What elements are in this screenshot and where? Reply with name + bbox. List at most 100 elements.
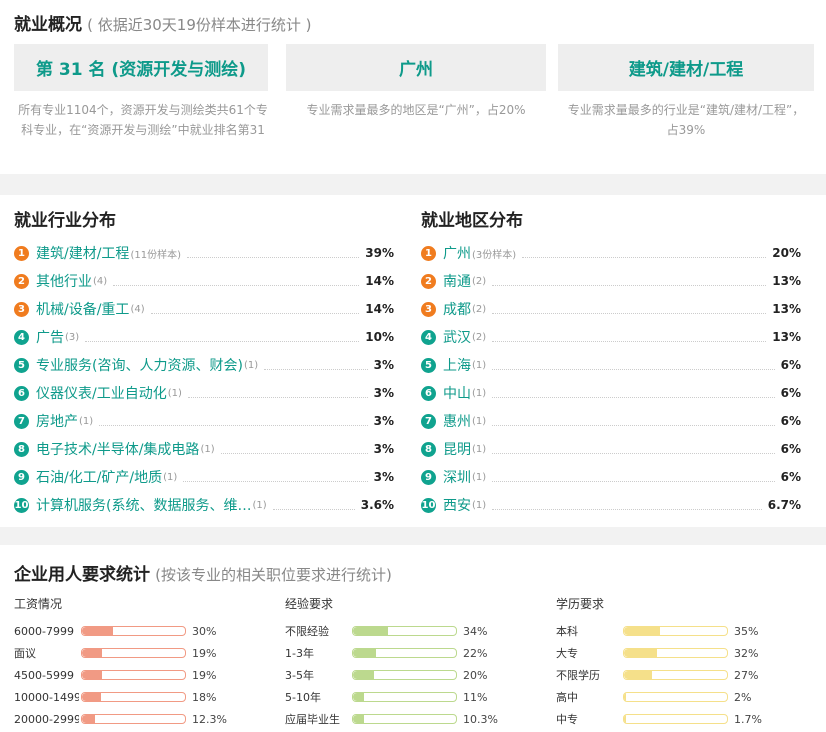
top-industry-description: 专业需求量最多的行业是“建筑/建材/工程”，占39% xyxy=(567,103,805,137)
item-name[interactable]: 其他行业 xyxy=(36,271,92,291)
dotted-leader xyxy=(492,368,775,370)
region-list-item[interactable]: 2 南通 (2) 13% xyxy=(421,267,801,295)
item-sample-count: (3) xyxy=(65,331,80,343)
item-sample-count: (1) xyxy=(472,387,487,399)
dotted-leader xyxy=(220,452,368,454)
requirement-percentage: 32% xyxy=(734,646,759,660)
requirement-row: 大专 32% xyxy=(556,642,762,664)
industry-list-item[interactable]: 1 建筑/建材/工程 (11份样本) 39% xyxy=(14,239,394,267)
item-name[interactable]: 昆明 xyxy=(443,439,471,459)
region-list-item[interactable]: 10 西安 (1) 6.7% xyxy=(421,491,801,519)
requirement-label: 面议 xyxy=(14,647,36,660)
rank-badge: 2 xyxy=(421,273,436,289)
requirement-percentage: 20% xyxy=(463,668,488,682)
progress-bar xyxy=(352,692,457,702)
progress-bar-fill xyxy=(624,627,661,635)
industry-list: 1 建筑/建材/工程 (11份样本) 39% 2 其他行业 (4) 14% 3 机械/设备/重工(… xyxy=(14,239,394,519)
progress-bar-fill xyxy=(624,693,627,701)
item-percentage: 3.6% xyxy=(360,498,394,512)
dotted-leader xyxy=(492,284,767,286)
item-name[interactable]: 石油/化工/矿产/地质 xyxy=(36,467,162,487)
requirement-row: 3-5年 20% xyxy=(285,664,498,686)
region-list-item[interactable]: 4 武汉 (2) 13% xyxy=(421,323,801,351)
item-name[interactable]: 机械/设备/重工 xyxy=(36,299,129,319)
region-list-item[interactable]: 3 成都 (2) 13% xyxy=(421,295,801,323)
requirement-row: 10000-1499 18% xyxy=(14,686,227,708)
requirement-percentage: 34% xyxy=(463,624,488,638)
industry-list-item[interactable]: 3 机械/设备/重工 (4) 14% xyxy=(14,295,394,323)
requirement-row: 4500-5999 19% xyxy=(14,664,227,686)
item-sample-count: (11份样本) xyxy=(130,249,181,261)
item-sample-count: (1) xyxy=(252,499,267,511)
industry-list-item[interactable]: 9 石油/化工/矿产/地质 (1) 3% xyxy=(14,463,394,491)
progress-bar-fill xyxy=(353,649,376,657)
rank-badge: 3 xyxy=(14,301,29,317)
industry-list-item[interactable]: 7 房地产 (1) 3% xyxy=(14,407,394,435)
top-region-card[interactable]: 广州 xyxy=(286,44,546,91)
industry-list-item[interactable]: 5 专业服务(咨询、人力资源、财会) (1) 3% xyxy=(14,351,394,379)
item-name[interactable]: 深圳 xyxy=(443,467,471,487)
item-name[interactable]: 惠州 xyxy=(443,411,471,431)
industry-distribution: 就业行业分布 1 建筑/建材/工程 (11份样本) 39% 2 其他行业 (4) 14% 3 机械… xyxy=(14,206,394,519)
item-name[interactable]: 房地产 xyxy=(36,411,78,431)
item-percentage: 3% xyxy=(373,470,394,484)
item-percentage: 6% xyxy=(780,442,801,456)
requirement-percentage: 18% xyxy=(192,690,217,704)
item-name[interactable]: 建筑/建材/工程 xyxy=(36,243,129,263)
industry-list-item[interactable]: 4 广告 (3) 10% xyxy=(14,323,394,351)
dotted-leader xyxy=(272,508,355,510)
item-name[interactable]: 广告 xyxy=(36,327,64,347)
rank-card[interactable]: 第 31 名 (资源开发与测绘) xyxy=(14,44,268,91)
region-list-item[interactable]: 7 惠州 (1) 6% xyxy=(421,407,801,435)
item-name[interactable]: 广州 xyxy=(443,243,471,263)
requirement-percentage: 35% xyxy=(734,624,759,638)
dotted-leader xyxy=(492,452,775,454)
item-name[interactable]: 中山 xyxy=(443,383,471,403)
item-name[interactable]: 计算机服务(系统、数据服务、维… xyxy=(36,495,251,515)
dotted-leader xyxy=(85,340,360,342)
item-sample-count: (1) xyxy=(472,471,487,483)
item-name[interactable]: 南通 xyxy=(443,271,471,291)
industry-list-item[interactable]: 6 仪器仪表/工业自动化 (1) 3% xyxy=(14,379,394,407)
item-percentage: 3% xyxy=(373,442,394,456)
region-list-item[interactable]: 9 深圳 (1) 6% xyxy=(421,463,801,491)
item-sample-count: (4) xyxy=(130,303,145,315)
requirement-label: 本科 xyxy=(556,625,578,638)
requirement-row: 应届毕业生 10.3% xyxy=(285,708,498,730)
item-name[interactable]: 西安 xyxy=(443,495,471,515)
progress-bar-fill xyxy=(624,649,657,657)
industry-list-item[interactable]: 10 计算机服务(系统、数据服务、维… (1) 3.6% xyxy=(14,491,394,519)
item-name[interactable]: 专业服务(咨询、人力资源、财会) xyxy=(36,355,243,375)
industry-list-item[interactable]: 8 电子技术/半导体/集成电路 (1) 3% xyxy=(14,435,394,463)
item-name[interactable]: 上海 xyxy=(443,355,471,375)
item-percentage: 3% xyxy=(373,358,394,372)
progress-bar xyxy=(352,648,457,658)
rank-badge: 8 xyxy=(14,441,29,457)
requirement-percentage: 1.7% xyxy=(734,712,762,726)
item-sample-count: (2) xyxy=(472,331,487,343)
item-name[interactable]: 成都 xyxy=(443,299,471,319)
progress-bar xyxy=(623,714,728,724)
item-sample-count: (3份样本) xyxy=(472,249,517,261)
region-list-item[interactable]: 8 昆明 (1) 6% xyxy=(421,435,801,463)
region-list-item[interactable]: 5 上海 (1) 6% xyxy=(421,351,801,379)
region-list-item[interactable]: 1 广州 (3份样本) 20% xyxy=(421,239,801,267)
rank-badge: 7 xyxy=(14,413,29,429)
region-distribution-title: 就业地区分布 xyxy=(421,211,523,231)
requirement-row: 1-3年 22% xyxy=(285,642,498,664)
top-industry-card[interactable]: 建筑/建材/工程 xyxy=(558,44,814,91)
item-name[interactable]: 武汉 xyxy=(443,327,471,347)
industry-list-item[interactable]: 2 其他行业 (4) 14% xyxy=(14,267,394,295)
item-name[interactable]: 电子技术/半导体/集成电路 xyxy=(36,439,199,459)
progress-bar-fill xyxy=(353,671,374,679)
rank-badge: 1 xyxy=(421,245,436,261)
item-name[interactable]: 仪器仪表/工业自动化 xyxy=(36,383,167,403)
rank-badge: 5 xyxy=(14,357,29,373)
requirements-section: 企业用人要求统计 (按该专业的相关职位要求进行统计) 工资情况 6000-7999… xyxy=(0,545,826,732)
item-sample-count: (2) xyxy=(472,303,487,315)
region-list-item[interactable]: 6 中山 (1) 6% xyxy=(421,379,801,407)
dotted-leader xyxy=(492,396,775,398)
rank-badge: 6 xyxy=(421,385,436,401)
progress-bar-fill xyxy=(353,627,389,635)
overview-header: 就业概况 ( 依据近30天19份样本进行统计 ) xyxy=(14,10,312,35)
